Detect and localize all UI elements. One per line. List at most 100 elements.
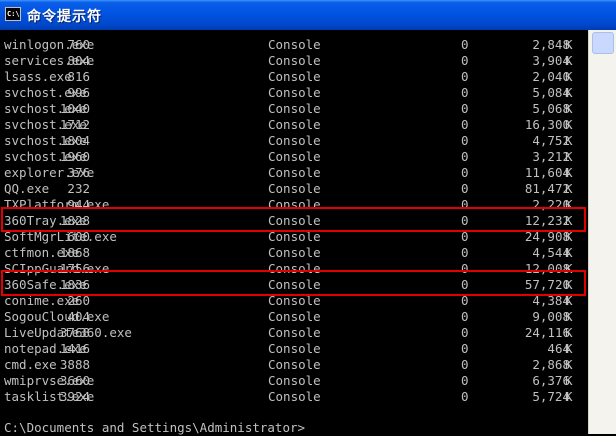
- process-row: notepad.exe 1416 Console 0 464 K: [4, 341, 588, 357]
- process-pid: 1804: [59, 133, 90, 148]
- process-session-number: 0: [461, 69, 469, 84]
- process-session-number: 0: [461, 53, 469, 68]
- process-session-number: 0: [461, 101, 469, 116]
- process-name: SCIppGuard.exe: [4, 261, 110, 276]
- process-pid: 996: [67, 85, 90, 100]
- process-pid: 404: [67, 309, 90, 324]
- process-pid: 3768: [59, 325, 90, 340]
- process-session-number: 0: [461, 213, 469, 228]
- process-session: Console: [268, 69, 321, 84]
- process-pid: 3888: [59, 357, 90, 372]
- process-row: explorer.exe 376 Console 0 11,604 K: [4, 165, 588, 181]
- process-pid: 1960: [59, 149, 90, 164]
- cmd-icon[interactable]: C:\: [5, 7, 21, 21]
- process-session: Console: [268, 341, 321, 356]
- memory-unit: K: [565, 85, 573, 100]
- memory-unit: K: [565, 117, 573, 132]
- process-row: SoftMgrLite.exe 600 Console 0 24,908 K: [4, 229, 588, 245]
- memory-unit: K: [565, 373, 573, 388]
- process-row: svchost.exe 1960 Console 0 3,212 K: [4, 149, 588, 165]
- process-name: lsass.exe: [4, 69, 72, 84]
- process-session: Console: [268, 261, 321, 276]
- process-pid: 1828: [59, 213, 90, 228]
- process-memory: 11,604: [524, 165, 570, 180]
- process-row: ctfmon.exe 1868 Console 0 4,544 K: [4, 245, 588, 261]
- process-name: cmd.exe: [4, 357, 57, 372]
- scroll-up-arrow-icon[interactable]: [592, 32, 614, 54]
- process-session: Console: [268, 213, 321, 228]
- process-memory: 12,232: [524, 213, 570, 228]
- memory-unit: K: [565, 133, 573, 148]
- process-pid: 1712: [59, 117, 90, 132]
- process-memory: 24,908: [524, 229, 570, 244]
- memory-unit: K: [565, 389, 573, 404]
- process-session: Console: [268, 133, 321, 148]
- process-row: wmiprvse.exe 3660 Console 0 6,376 K: [4, 373, 588, 389]
- process-session: Console: [268, 117, 321, 132]
- process-session: Console: [268, 85, 321, 100]
- memory-unit: K: [565, 213, 573, 228]
- memory-unit: K: [565, 149, 573, 164]
- process-session: Console: [268, 149, 321, 164]
- memory-unit: K: [565, 341, 573, 356]
- process-session-number: 0: [461, 277, 469, 292]
- process-pid: 376: [67, 165, 90, 180]
- memory-unit: K: [565, 293, 573, 308]
- process-pid: 944: [67, 197, 90, 212]
- process-session-number: 0: [461, 389, 469, 404]
- process-pid: 1416: [59, 341, 90, 356]
- process-row: LiveUpdate360.exe 3768 Console 0 24,116 K: [4, 325, 588, 341]
- process-session-number: 0: [461, 133, 469, 148]
- process-session-number: 0: [461, 197, 469, 212]
- process-row: svchost.exe 996 Console 0 5,084 K: [4, 85, 588, 101]
- process-pid: 3660: [59, 373, 90, 388]
- vertical-scrollbar[interactable]: [588, 30, 616, 434]
- console-output[interactable]: winlogon.exe 760 Console 0 2,848 Kservices.ex…: [0, 30, 588, 434]
- process-session: Console: [268, 165, 321, 180]
- process-session: Console: [268, 197, 321, 212]
- process-pid: 232: [67, 181, 90, 196]
- process-session: Console: [268, 309, 321, 324]
- memory-unit: K: [565, 165, 573, 180]
- process-memory: 81,472: [524, 181, 570, 196]
- process-row: svchost.exe 1804 Console 0 4,752 K: [4, 133, 588, 149]
- title-bar[interactable]: C:\ 命令提示符: [0, 0, 616, 30]
- process-pid: 1040: [59, 101, 90, 116]
- process-session-number: 0: [461, 37, 469, 52]
- process-session: Console: [268, 229, 321, 244]
- process-pid: 600: [67, 229, 90, 244]
- process-pid: 260: [67, 293, 90, 308]
- process-session-number: 0: [461, 229, 469, 244]
- process-session: Console: [268, 373, 321, 388]
- memory-unit: K: [565, 37, 573, 52]
- process-row: svchost.exe 1712 Console 0 16,300 K: [4, 117, 588, 133]
- process-name: QQ.exe: [4, 181, 50, 196]
- memory-unit: K: [565, 309, 573, 324]
- process-session: Console: [268, 325, 321, 340]
- process-session-number: 0: [461, 325, 469, 340]
- process-session-number: 0: [461, 293, 469, 308]
- process-row: svchost.exe 1040 Console 0 5,068 K: [4, 101, 588, 117]
- process-session-number: 0: [461, 165, 469, 180]
- process-memory: 12,008: [524, 261, 570, 276]
- process-row: TXPlatform.exe 944 Console 0 2,220 K: [4, 197, 588, 213]
- process-row: winlogon.exe 760 Console 0 2,848 K: [4, 37, 588, 53]
- process-row: lsass.exe 816 Console 0 2,040 K: [4, 69, 588, 85]
- memory-unit: K: [565, 69, 573, 84]
- process-session: Console: [268, 293, 321, 308]
- process-row: QQ.exe 232 Console 0 81,472 K: [4, 181, 588, 197]
- process-session-number: 0: [461, 309, 469, 324]
- memory-unit: K: [565, 101, 573, 116]
- process-memory: 57,720: [524, 277, 570, 292]
- process-session: Console: [268, 357, 321, 372]
- process-pid: 1836: [59, 277, 90, 292]
- process-pid: 816: [67, 69, 90, 84]
- process-pid: 760: [67, 37, 90, 52]
- process-row: conime.exe 260 Console 0 4,384 K: [4, 293, 588, 309]
- process-row: 360Safe.exe 1836 Console 0 57,720 K: [4, 277, 588, 293]
- memory-unit: K: [565, 325, 573, 340]
- process-pid: 1868: [59, 245, 90, 260]
- process-row: 360Tray.exe 1828 Console 0 12,232 K: [4, 213, 588, 229]
- process-row: SogouCloud.exe 404 Console 0 9,008 K: [4, 309, 588, 325]
- process-row: services.exe 804 Console 0 3,904 K: [4, 53, 588, 69]
